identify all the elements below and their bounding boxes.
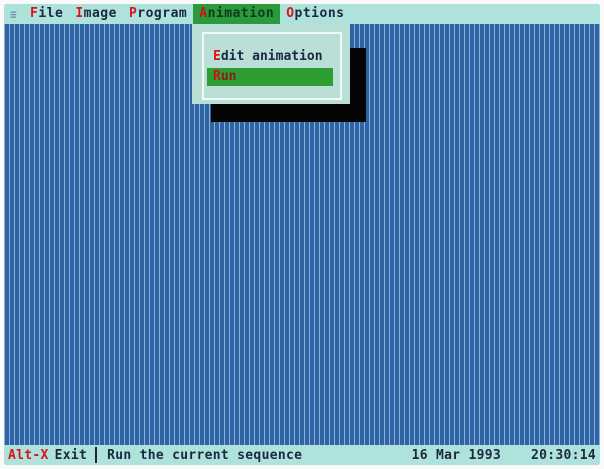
status-separator	[95, 447, 98, 463]
run-label: un	[220, 69, 237, 84]
menu-bar: ≡ File Image Program Animation Options	[4, 4, 600, 24]
status-date: 16 Mar 1993	[411, 447, 501, 463]
menu-animation[interactable]: Animation	[193, 4, 281, 24]
menu-item-run[interactable]: Run	[207, 68, 333, 86]
menu-options[interactable]: Options	[280, 4, 350, 24]
dropdown-frame	[202, 32, 342, 100]
menu-options-hotkey: O	[286, 6, 295, 21]
dos-screen: ≡ File Image Program Animation Options E…	[4, 4, 600, 465]
menu-animation-hotkey: A	[199, 6, 208, 21]
system-menu-icon[interactable]: ≡	[10, 8, 24, 21]
menu-animation-label: nimation	[207, 6, 275, 21]
menu-image[interactable]: Image	[69, 4, 123, 24]
menu-image-label: mage	[83, 6, 117, 21]
menu-program[interactable]: Program	[123, 4, 193, 24]
menu-file-label: ile	[38, 6, 64, 21]
edit-animation-hotkey: E	[213, 49, 221, 64]
menu-item-edit-animation[interactable]: Edit animation	[207, 48, 333, 66]
edit-animation-label: dit animation	[220, 49, 323, 64]
status-time: 20:30:14	[530, 447, 596, 463]
status-message: Run the current sequence	[107, 447, 303, 463]
status-bar: Alt-X Exit Run the current sequence 16 M…	[4, 445, 600, 465]
exit-label[interactable]: Exit	[55, 448, 88, 463]
menu-file[interactable]: File	[24, 4, 69, 24]
animation-dropdown: Edit animation Run	[192, 24, 350, 104]
menu-image-hotkey: I	[75, 6, 84, 21]
menu-options-label: ptions	[294, 6, 345, 21]
menu-program-label: rogram	[137, 6, 188, 21]
exit-shortcut-key[interactable]: Alt-X	[8, 448, 49, 463]
run-hotkey: R	[213, 69, 221, 84]
